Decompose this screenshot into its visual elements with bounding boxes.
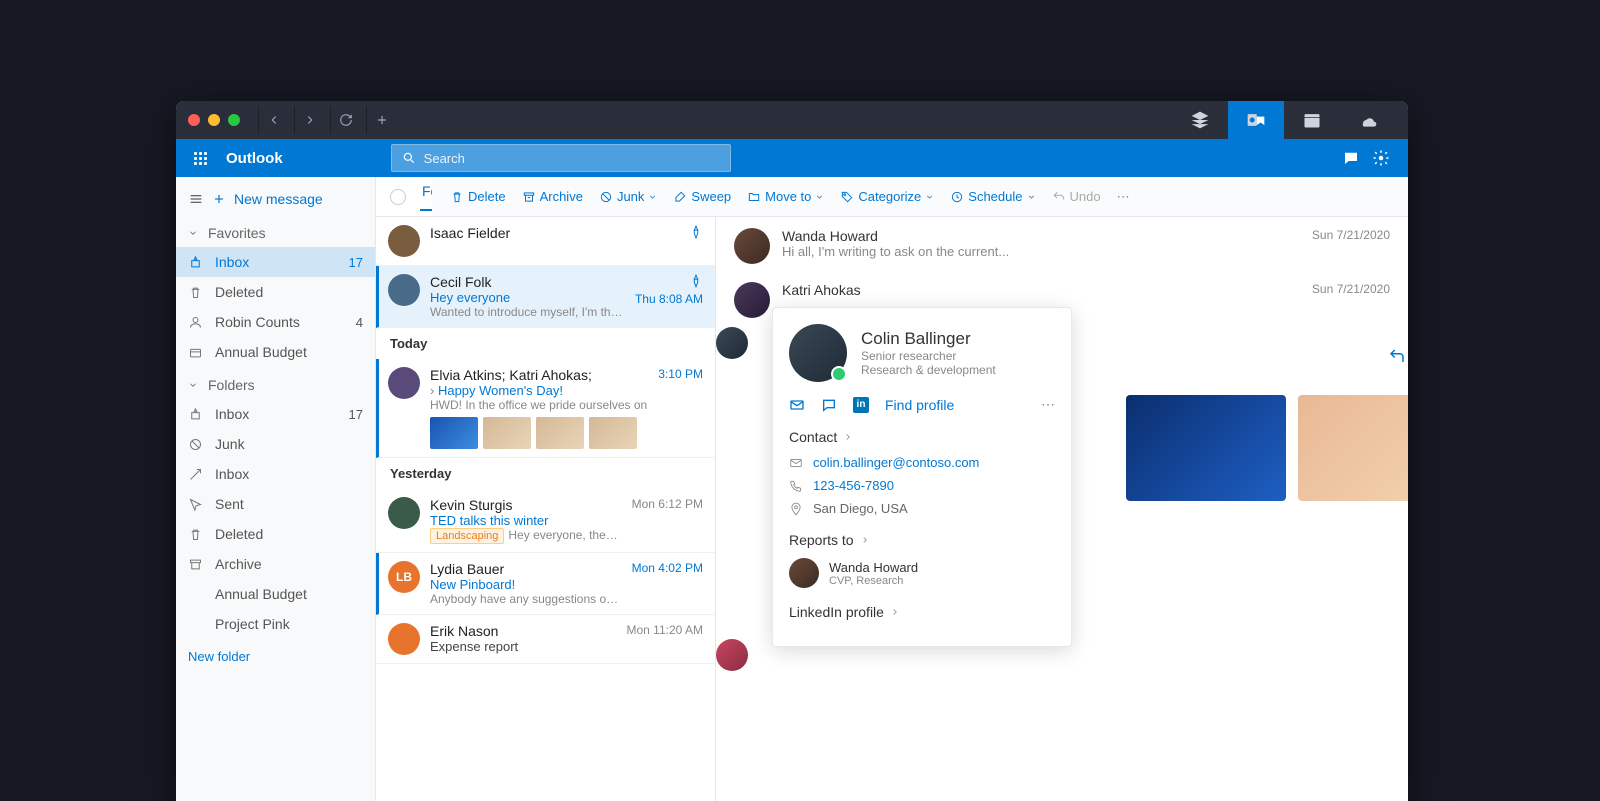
toolbar-junk[interactable]: Junk: [593, 185, 663, 208]
mail-icon[interactable]: [789, 397, 805, 413]
toolbar-undo: Undo: [1046, 185, 1107, 208]
sidebar-folder-5[interactable]: Archive: [176, 549, 375, 579]
profile-title: Senior researcher: [861, 349, 996, 363]
list-group-header: Yesterday: [376, 458, 715, 489]
sidebar-folder-2[interactable]: Inbox: [176, 459, 375, 489]
sidebar-fav-2[interactable]: Robin Counts4: [176, 307, 375, 337]
app-title: Outlook: [226, 150, 283, 167]
message-item[interactable]: LBLydia BauerNew Pinboard!Anybody have a…: [376, 553, 715, 615]
tab-outlook[interactable]: [1228, 101, 1284, 139]
tab-calendar[interactable]: [1284, 101, 1340, 139]
nav-reload[interactable]: [330, 106, 360, 134]
profile-avatar: [789, 324, 847, 382]
message-item[interactable]: Kevin SturgisTED talks this winterLandsc…: [376, 489, 715, 553]
hamburger-icon[interactable]: [188, 191, 204, 207]
profile-dept: Research & development: [861, 363, 996, 377]
list-group-header: Today: [376, 328, 715, 359]
attachment-row: [1126, 395, 1408, 501]
sidebar-folder-0[interactable]: Inbox17: [176, 399, 375, 429]
linkedin-icon[interactable]: in: [853, 397, 869, 413]
toolbar-more[interactable]: ⋯: [1111, 185, 1136, 209]
sidebar-fav-0[interactable]: Inbox17: [176, 247, 375, 277]
message-item[interactable]: Isaac Fielder: [376, 217, 715, 266]
linkedin-section-header[interactable]: LinkedIn profile: [789, 604, 1055, 620]
contact-section-header[interactable]: Contact: [789, 429, 1055, 445]
maximize-button[interactable]: [228, 114, 240, 126]
reading-pane: Happy Women's Day! Wanda HowardHi all, I…: [716, 177, 1408, 801]
profile-card: Colin Ballinger Senior researcher Resear…: [772, 307, 1072, 647]
toolbar-delete[interactable]: Delete: [444, 185, 512, 208]
tab-stack[interactable]: [1172, 101, 1228, 139]
sidebar-folder-3[interactable]: Sent: [176, 489, 375, 519]
profile-more[interactable]: ⋯: [1041, 396, 1055, 413]
search-input[interactable]: [424, 151, 720, 166]
toolbar-move-to[interactable]: Move to: [741, 185, 830, 208]
sidebar-folder-1[interactable]: Junk: [176, 429, 375, 459]
nav-back[interactable]: [258, 106, 288, 134]
reports-to-header[interactable]: Reports to: [789, 532, 1055, 548]
toolbar-sweep[interactable]: Sweep: [667, 185, 737, 208]
toolbar-categorize[interactable]: Categorize: [834, 185, 940, 208]
new-folder-button[interactable]: New folder: [176, 639, 375, 674]
folders-header[interactable]: Folders: [176, 367, 375, 399]
select-all-checkbox[interactable]: [390, 189, 406, 205]
sidebar-folder-6[interactable]: Annual Budget: [176, 579, 375, 609]
profile-name: Colin Ballinger: [861, 329, 996, 349]
profile-location: San Diego, USA: [789, 501, 1055, 516]
message-item[interactable]: Erik NasonExpense reportMon 11:20 AM: [376, 615, 715, 664]
titlebar: [176, 101, 1408, 139]
nav-forward[interactable]: [294, 106, 324, 134]
find-profile-link[interactable]: Find profile: [885, 397, 954, 413]
favorites-header[interactable]: Favorites: [176, 215, 375, 247]
message-list-pane: Focused Other Filter Isaac FielderCecil …: [376, 177, 716, 801]
context-avatar-1[interactable]: [716, 327, 748, 359]
app-header: Outlook: [176, 139, 1408, 177]
chat-icon[interactable]: [1342, 149, 1360, 167]
reply-icon[interactable]: [1388, 347, 1406, 365]
settings-icon[interactable]: [1372, 149, 1390, 167]
presence-badge: [831, 366, 847, 382]
profile-phone[interactable]: 123-456-7890: [789, 478, 1055, 493]
search-icon: [402, 151, 416, 165]
context-avatar-2[interactable]: [716, 639, 748, 671]
traffic-lights: [188, 114, 240, 126]
close-button[interactable]: [188, 114, 200, 126]
minimize-button[interactable]: [208, 114, 220, 126]
chat-icon[interactable]: [821, 397, 837, 413]
thread-item-0[interactable]: Wanda HowardHi all, I'm writing to ask o…: [734, 228, 1390, 264]
new-message-button[interactable]: New message: [212, 187, 323, 211]
sidebar-folder-4[interactable]: Deleted: [176, 519, 375, 549]
tab-onedrive[interactable]: [1340, 101, 1396, 139]
app-launcher[interactable]: [176, 139, 224, 177]
toolbar-schedule[interactable]: Schedule: [944, 185, 1041, 208]
profile-email[interactable]: colin.ballinger@contoso.com: [789, 455, 1055, 470]
sidebar-fav-1[interactable]: Deleted: [176, 277, 375, 307]
attachment-1[interactable]: [1126, 395, 1286, 501]
nav-new-tab[interactable]: [366, 106, 396, 134]
message-toolbar: Delete Archive Junk Sweep Move to Catego…: [432, 177, 1408, 217]
sidebar-folder-7[interactable]: Project Pink: [176, 609, 375, 639]
message-item[interactable]: Elvia Atkins; Katri Ahokas;› Happy Women…: [376, 359, 715, 458]
sidebar: New message Favorites Inbox17DeletedRobi…: [176, 177, 376, 801]
message-item[interactable]: Cecil FolkHey everyoneWanted to introduc…: [376, 266, 715, 328]
toolbar-archive[interactable]: Archive: [516, 185, 589, 208]
attachment-2[interactable]: [1298, 395, 1408, 501]
sidebar-fav-3[interactable]: Annual Budget: [176, 337, 375, 367]
reports-to-person[interactable]: Wanda HowardCVP, Research: [789, 558, 1055, 588]
search-box[interactable]: [391, 144, 731, 172]
